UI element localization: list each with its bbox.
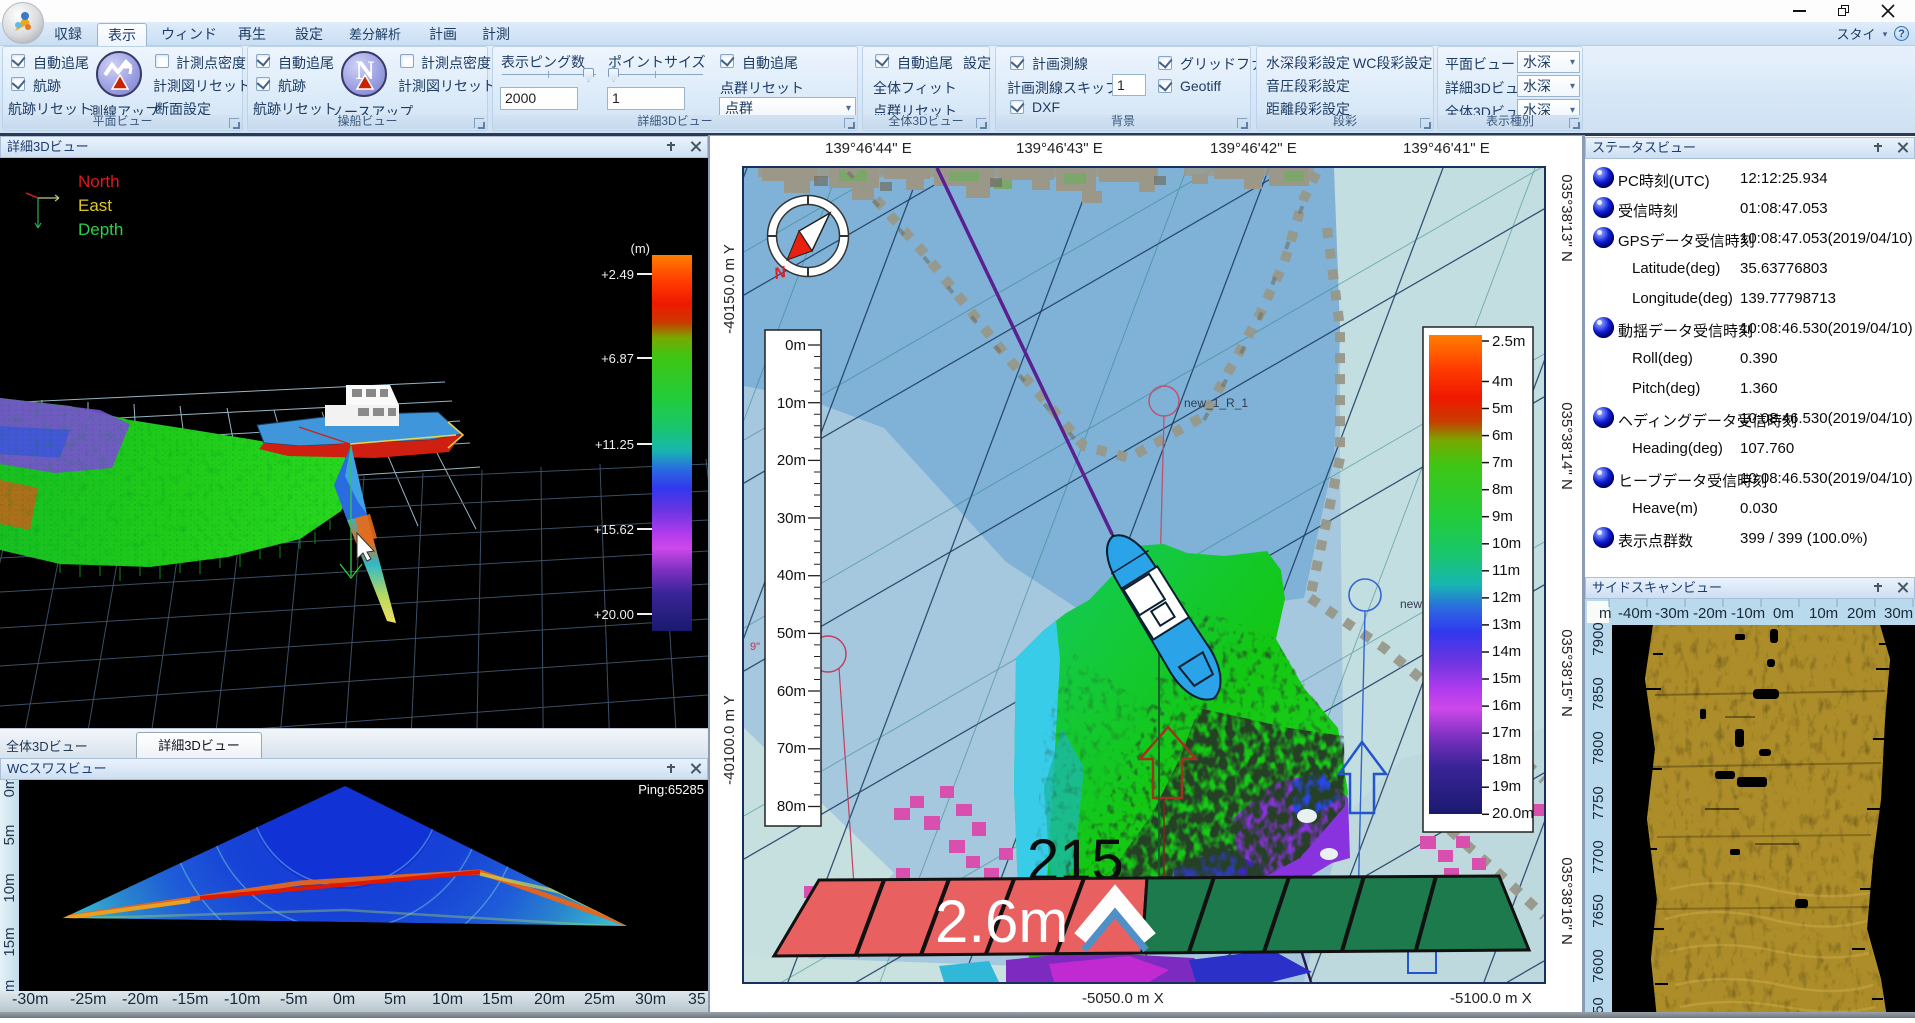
svg-text:7650: 7650: [1590, 894, 1607, 927]
svg-text:035°38'13" N: 035°38'13" N: [1558, 174, 1575, 262]
svg-text:0m: 0m: [1773, 605, 1794, 622]
svg-text:new: new: [1400, 597, 1422, 611]
svg-text:-40m: -40m: [1618, 605, 1652, 622]
svg-text:2.5m: 2.5m: [1492, 333, 1525, 350]
svg-text:7900: 7900: [1590, 622, 1607, 655]
svg-text:70m: 70m: [777, 740, 806, 757]
svg-text:16m: 16m: [1492, 697, 1521, 714]
svg-text:+6.87: +6.87: [601, 351, 634, 366]
svg-text:15m: 15m: [1492, 670, 1521, 687]
svg-text:-5050.0 m X: -5050.0 m X: [1082, 990, 1164, 1007]
svg-text:East: East: [78, 196, 112, 215]
svg-text:Depth: Depth: [78, 220, 123, 239]
svg-text:20.0m: 20.0m: [1492, 805, 1534, 822]
svg-text:-10m: -10m: [1731, 605, 1765, 622]
svg-text:13m: 13m: [1492, 616, 1521, 633]
svg-text:035°38'15" N: 035°38'15" N: [1558, 629, 1575, 717]
svg-text:8m: 8m: [1492, 481, 1513, 498]
svg-text:Ping:65285: Ping:65285: [638, 782, 704, 797]
svg-text:6m: 6m: [1492, 427, 1513, 444]
svg-text:035°38'16" N: 035°38'16" N: [1558, 857, 1575, 945]
svg-text:5m: 5m: [1492, 400, 1513, 417]
svg-text:5m: 5m: [1, 825, 18, 846]
svg-text:0m: 0m: [785, 337, 806, 354]
svg-text:7700: 7700: [1590, 840, 1607, 873]
svg-text:7600: 7600: [1590, 949, 1607, 982]
svg-text:m: m: [1599, 605, 1612, 622]
svg-text:20m: 20m: [1847, 605, 1876, 622]
svg-text:9": 9": [750, 641, 760, 653]
svg-text:18m: 18m: [1492, 751, 1521, 768]
svg-text:7850: 7850: [1590, 677, 1607, 710]
svg-text:30m: 30m: [1884, 605, 1913, 622]
svg-text:50m: 50m: [777, 625, 806, 642]
svg-text:-40100.0 m Y: -40100.0 m Y: [721, 695, 738, 785]
svg-text:2.6m: 2.6m: [935, 888, 1068, 955]
svg-text:11m: 11m: [1492, 562, 1520, 579]
svg-text:+2.49: +2.49: [601, 267, 634, 282]
svg-text:4m: 4m: [1492, 373, 1513, 390]
svg-text:+15.62: +15.62: [594, 522, 634, 537]
svg-text:30m: 30m: [777, 510, 806, 527]
svg-text:14m: 14m: [1492, 643, 1521, 660]
svg-text:-20m: -20m: [1693, 605, 1727, 622]
svg-text:(m): (m): [631, 241, 651, 256]
svg-text:-30m: -30m: [1655, 605, 1689, 622]
svg-text:-5100.0 m X: -5100.0 m X: [1450, 990, 1532, 1007]
svg-text:7m: 7m: [1492, 454, 1513, 471]
svg-text:10m: 10m: [1809, 605, 1838, 622]
svg-text:+20.00: +20.00: [594, 607, 634, 622]
svg-text:0m: 0m: [1, 780, 18, 797]
svg-text:new_1_R_1: new_1_R_1: [1184, 396, 1248, 410]
svg-text:+11.25: +11.25: [595, 437, 634, 452]
svg-text:035°38'14" N: 035°38'14" N: [1558, 402, 1575, 490]
svg-text:40m: 40m: [777, 567, 806, 584]
svg-text:60m: 60m: [777, 683, 806, 700]
svg-text:m: m: [1, 980, 18, 991]
svg-text:20m: 20m: [777, 452, 806, 469]
svg-text:10m: 10m: [1, 873, 18, 902]
svg-text:North: North: [78, 172, 120, 191]
svg-text:9m: 9m: [1492, 508, 1513, 525]
svg-text:10m: 10m: [1492, 535, 1521, 552]
svg-text:19m: 19m: [1492, 778, 1521, 795]
svg-text:12m: 12m: [1492, 589, 1521, 606]
svg-text:7800: 7800: [1590, 731, 1607, 764]
svg-text:10m: 10m: [777, 395, 806, 412]
svg-text:17m: 17m: [1492, 724, 1521, 741]
svg-text:15m: 15m: [1, 927, 18, 956]
svg-text:80m: 80m: [777, 798, 806, 815]
svg-text:-40150.0 m Y: -40150.0 m Y: [721, 244, 738, 334]
svg-text:7750: 7750: [1590, 786, 1607, 819]
